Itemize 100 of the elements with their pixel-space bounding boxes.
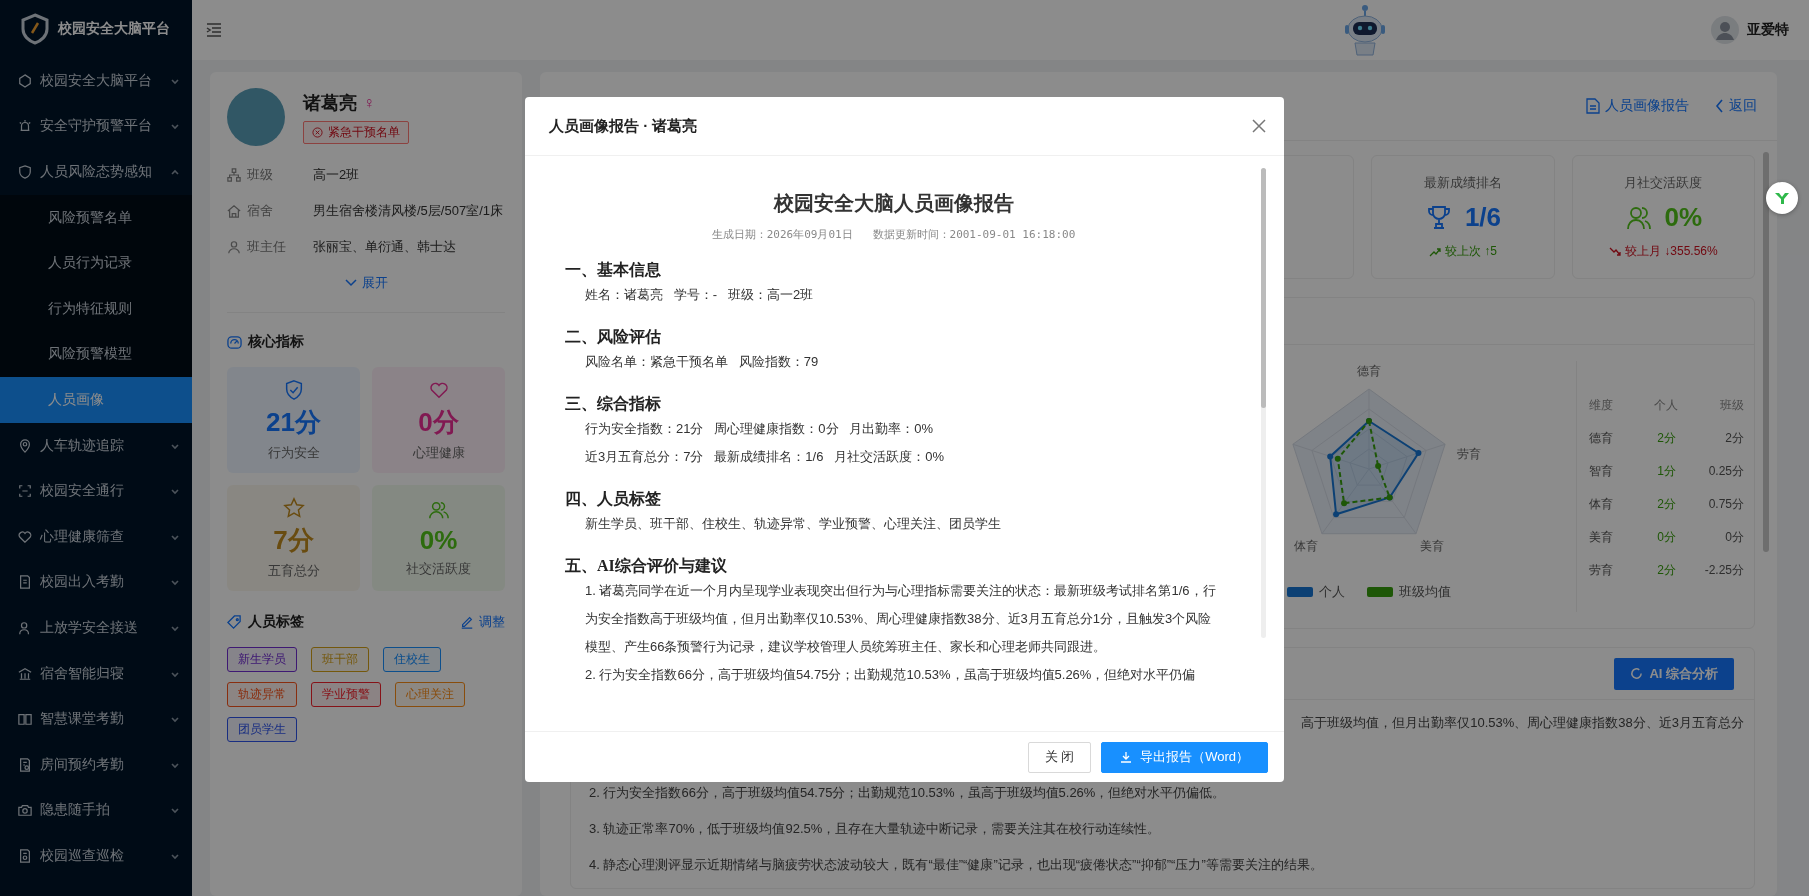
report-text: 2. 行为安全指数66分，高于班级均值54.75分；出勤规范10.53%，虽高于班级均值5.26%，但绝对水平仍偏 [584, 666, 1197, 684]
table-cell-text: 2分 [1656, 430, 1677, 447]
trend-text: 较上次 ↑5 [1445, 243, 1497, 260]
hierarchy-icon [227, 168, 241, 182]
chevron-down-icon [344, 279, 357, 287]
report-text: 近3月五育总分：7分 最新成绩排名：1/6 月社交活跃度：0% [584, 448, 945, 466]
building-icon [18, 666, 32, 681]
menu-item[interactable]: 隐患随手拍 [0, 787, 192, 834]
person-icon [227, 240, 241, 254]
document-icon [18, 848, 32, 863]
menu-item[interactable]: 校园安全大脑平台 [0, 58, 192, 104]
column-header: 维度 [1589, 397, 1614, 414]
section-heading: 一、基本信息 [565, 260, 662, 280]
table-cell-text: 德育 [1589, 430, 1614, 447]
menu-item[interactable]: 安全守护预警平台 [0, 103, 192, 150]
data-point [1333, 511, 1340, 518]
analysis-text: 高于班级均值，但月出勤率仅10.53%、周心理健康指数38分、近3月五育总分 [1301, 714, 1744, 732]
report-text: 风险名单：紧急干预名单 风险指数：79 [584, 353, 820, 371]
table-cell-text: 2分 [1724, 430, 1744, 447]
metric-value: 0分 [418, 405, 459, 439]
scrollbar[interactable] [1763, 152, 1769, 552]
metric-label: 社交活跃度 [406, 559, 471, 578]
report-text: 行为安全指数：21分 周心理健康指数：0分 月出勤率：0% [584, 420, 935, 438]
risk-badge: 紧急干预名单 [303, 120, 409, 144]
submenu-item[interactable]: 风险预警名单 [0, 194, 192, 241]
back-link[interactable]: 返回 [1715, 97, 1757, 115]
menu-item[interactable]: 宿舍智能归寝 [0, 650, 192, 697]
report-text: 1. 诸葛亮同学在近一个月内呈现学业表现突出但行为与心理指标需要关注的状态：最新班级考试排名第1/6，行为安全指数高于班级均值，但月出勤率仅10.53%、周心理健康指数38分、近3月五育总分1分，且触发3个风险模型、产生66条预警行为记录，建议学校管理人员统筹班主任、家长和心理老师共同跟进。 [584, 582, 1217, 656]
stat-title: 月社交活跃度 [1624, 174, 1703, 192]
expand-link[interactable]: 展开 [344, 274, 388, 292]
table-cell-text: 智育 [1589, 463, 1614, 480]
table-cell-text: 劳育 [1589, 562, 1614, 579]
report-text: 新生学员、班干部、住校生、轨迹异常、学业预警、心理关注、团员学生 [584, 515, 1002, 533]
shield-icon [18, 165, 32, 179]
ai-analysis-button[interactable]: AI 综合分析 [1614, 657, 1734, 690]
table-cell-text: 0分 [1656, 529, 1677, 546]
submenu-item[interactable]: 人员行为记录 [0, 240, 192, 286]
refresh-icon [1630, 667, 1644, 680]
column-header: 班级 [1719, 397, 1744, 414]
book-icon [18, 712, 32, 727]
column-header: 个人 [1653, 397, 1680, 414]
alarm-icon [18, 119, 32, 134]
section-heading: 二、风险评估 [565, 327, 662, 347]
table-cell-text: 0.75分 [1707, 496, 1744, 513]
menu-item[interactable]: 上放学安全接送 [0, 605, 192, 651]
report-title: 校园安全大脑人员画像报告 [772, 191, 1015, 216]
report-meta: 生成日期：2026年09月01日 数据更新时间：2001-09-01 16:18:00 [710, 227, 1077, 242]
person-name: 诸葛亮 [303, 91, 357, 115]
axis-label: 体育 [1294, 538, 1319, 553]
submenu-item[interactable]: 人员画像 [0, 377, 192, 423]
adjust-link[interactable]: 调整 [460, 613, 505, 631]
section-title: 人员标签 [248, 613, 304, 631]
scan-icon [18, 484, 32, 499]
menu-icon[interactable] [206, 23, 222, 37]
legend-label: 个人 [1319, 583, 1346, 601]
section-heading: 四、人员标签 [565, 489, 662, 509]
camera-icon [18, 803, 32, 818]
section-heading: 三、综合指标 [565, 394, 662, 414]
info-value: 男生宿舍楼清风楼/5层/507室/1床 [313, 202, 504, 220]
data-point [1341, 500, 1348, 507]
table-cell-text: -2.25分 [1703, 562, 1744, 579]
pencil-icon [460, 615, 474, 629]
menu-item[interactable]: 校园巡查巡检 [0, 833, 192, 879]
scrollbar[interactable] [1261, 168, 1266, 638]
heart-icon [18, 529, 32, 544]
chevron-left-icon [1715, 99, 1724, 113]
stat-value: 1/6 [1464, 202, 1502, 233]
table-cell-text: 1分 [1656, 463, 1677, 480]
document-icon [18, 575, 32, 590]
dialog-title: 人员画像报告 · 诸葛亮 [549, 116, 698, 136]
close-icon[interactable] [1252, 119, 1266, 133]
menu-item[interactable]: 智慧课堂考勤 [0, 696, 192, 742]
info-label: 班级 [247, 166, 273, 184]
menu-item[interactable]: 校园安全通行 [0, 468, 192, 514]
table-cell-text: 美育 [1589, 529, 1614, 546]
axis-label: 美育 [1420, 538, 1445, 553]
location-pin-icon [18, 438, 32, 453]
analysis-text: 3. 轨迹正常率70%，低于班级均值92.5%，且存在大量轨迹中断记录，需要关注其在校行动连续性。 [589, 820, 1162, 838]
gauge-icon [227, 334, 242, 350]
download-icon [1120, 751, 1133, 763]
trend-text: 较上月 ↓355.56% [1624, 243, 1718, 260]
menu-item[interactable]: 校园出入考勤 [0, 559, 192, 606]
info-label: 宿舍 [247, 202, 273, 220]
report-text: 姓名：诸葛亮 学号：- 班级：高一2班 [584, 286, 815, 304]
close-button[interactable]: 关 闭 [1027, 741, 1092, 773]
analysis-text: 2. 行为安全指数66分，高于班级均值54.75分；出勤规范10.53%，虽高于班级均值5.26%，但绝对水平仍偏低。 [589, 784, 1227, 802]
info-value: 高一2班 [313, 166, 361, 184]
gender-symbol: ♀ [363, 93, 375, 112]
submenu-item[interactable]: 行为特征规则 [0, 285, 192, 332]
user-name[interactable]: 亚爱特 [1747, 21, 1789, 39]
menu-item[interactable]: 心理健康筛查 [0, 513, 192, 560]
report-link[interactable]: 人员画像报告 [1586, 97, 1689, 115]
document-icon [1586, 98, 1600, 114]
info-value: 张丽宝、单衍通、韩士达 [313, 238, 457, 256]
shield-logo-icon [20, 13, 50, 45]
menu-item[interactable]: 房间预约考勤 [0, 741, 192, 788]
menu-item[interactable]: 人员风险态势感知 [0, 149, 192, 195]
star-icon [282, 496, 305, 519]
export-button[interactable]: 导出报告（Word） [1101, 741, 1268, 773]
avatar-icon[interactable] [1711, 16, 1739, 44]
